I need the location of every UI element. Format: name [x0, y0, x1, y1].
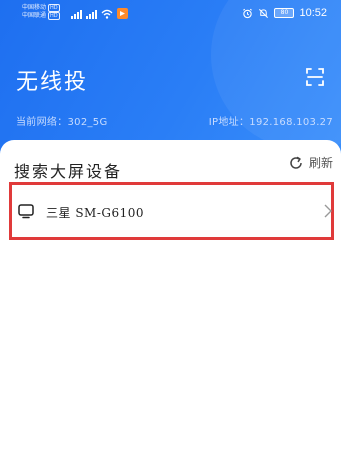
signal-1-icon	[71, 10, 82, 19]
refresh-label: 刷新	[308, 156, 333, 170]
mute-icon	[259, 8, 269, 18]
chevron-right-icon	[324, 204, 332, 218]
app-title: 无线投	[16, 70, 89, 95]
ip-info: IP地址：192.168.103.27	[208, 117, 333, 128]
device-name: 三星 SM-G6100	[46, 206, 145, 220]
hd-badge-1: HD	[48, 4, 60, 12]
header: 中国移动 HD 中国联通 HD 80 10:52 无线投 当前网络：302_5G…	[0, 0, 341, 160]
section-title: 搜索大屏设备	[14, 162, 123, 181]
refresh-button[interactable]: 刷新	[288, 154, 333, 171]
hd-badge-2: HD	[48, 12, 60, 20]
battery-icon: 80	[274, 8, 295, 18]
signal-2-icon	[86, 10, 97, 19]
carrier-1: 中国移动	[22, 4, 47, 11]
wifi-icon	[101, 9, 113, 19]
device-panel: 搜索大屏设备 刷新 三星 SM-G6100	[0, 140, 341, 451]
scan-icon[interactable]	[305, 67, 325, 87]
alarm-icon	[243, 8, 253, 18]
clock: 10:52	[299, 7, 327, 19]
carrier-info: 中国移动 HD 中国联通 HD	[22, 4, 60, 20]
carrier-2: 中国联通	[22, 12, 47, 19]
right-status: 80 10:52	[242, 7, 327, 19]
network-info: 当前网络：302_5G	[16, 117, 108, 128]
device-item[interactable]: 三星 SM-G6100	[9, 182, 334, 240]
status-bar: 中国移动 HD 中国联通 HD 80 10:52	[0, 0, 341, 26]
refresh-icon	[290, 156, 302, 169]
signal-icons	[71, 8, 128, 19]
app-notification-icon	[117, 8, 128, 19]
tv-icon	[18, 204, 34, 219]
